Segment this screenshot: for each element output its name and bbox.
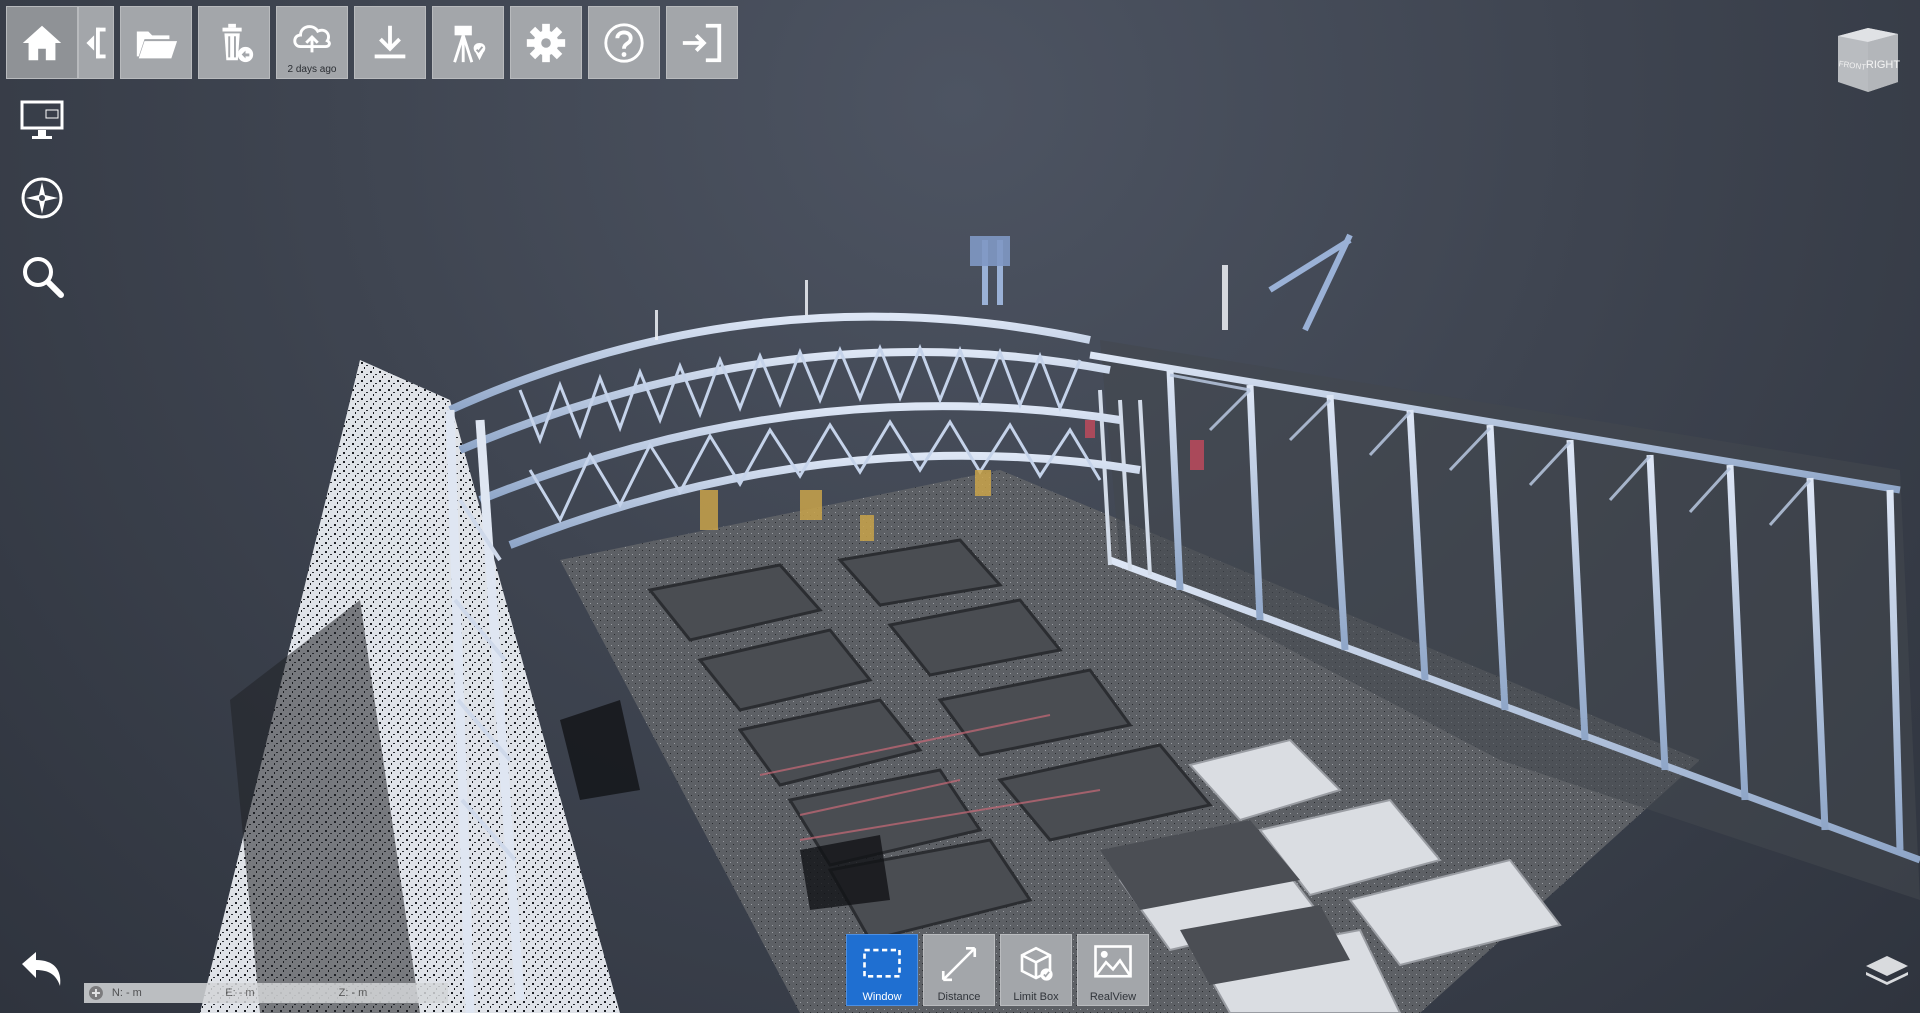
survey-marker-button[interactable]	[432, 6, 504, 79]
delete-restore-button[interactable]	[198, 6, 270, 79]
realview-label: RealView	[1089, 991, 1137, 1003]
download-icon	[374, 25, 406, 58]
window-label: Window	[862, 991, 902, 1003]
sign-in-button[interactable]	[666, 6, 738, 79]
help-button[interactable]	[588, 6, 660, 79]
limit-box-button[interactable]: Limit Box	[1000, 934, 1072, 1006]
point-cloud-viewport[interactable]	[0, 0, 1920, 1013]
coordinate-readout: N: - m E: - m Z: - m	[84, 983, 448, 1003]
realview-button[interactable]: RealView	[1077, 934, 1149, 1006]
easting-value: E: - m	[225, 987, 255, 999]
floor	[560, 470, 1700, 1013]
coordinate-system-icon	[88, 986, 103, 1000]
home-icon	[22, 25, 62, 60]
compass-icon	[21, 177, 63, 219]
help-icon	[604, 22, 644, 63]
collapse-panel-button[interactable]	[78, 6, 114, 79]
distance-label: Distance	[937, 991, 981, 1003]
cloud-upload-icon	[293, 24, 331, 52]
limit-box-label: Limit Box	[1013, 991, 1059, 1003]
main-toolbar: 2 days ago	[6, 6, 738, 79]
search-button[interactable]	[16, 250, 68, 302]
collapse-panel-icon	[86, 27, 106, 58]
trash-restore-icon	[222, 23, 254, 62]
back-button[interactable]	[16, 946, 68, 992]
distance-button[interactable]: Distance	[923, 934, 995, 1006]
open-project-button[interactable]	[120, 6, 192, 79]
window-select-button[interactable]: Window	[846, 934, 918, 1006]
elevation-value: Z: - m	[338, 987, 368, 999]
sign-in-icon	[682, 23, 722, 62]
download-button[interactable]	[354, 6, 426, 79]
settings-button[interactable]	[510, 6, 582, 79]
realview-icon	[1094, 945, 1132, 978]
compass-button[interactable]	[16, 172, 68, 224]
survey-marker-icon	[453, 25, 486, 63]
selection-window-icon	[863, 948, 901, 978]
display-settings-button[interactable]	[16, 94, 68, 146]
layers-button[interactable]	[1862, 948, 1912, 988]
monitor-icon	[20, 100, 64, 139]
folder-open-icon	[136, 31, 178, 58]
gear-icon	[526, 23, 566, 62]
search-icon	[23, 257, 64, 298]
upload-time-caption: 2 days ago	[287, 64, 337, 75]
layers-icon	[1866, 956, 1908, 976]
left-wall	[200, 360, 620, 1013]
northing-value: N: - m	[111, 987, 142, 999]
view-cube[interactable]: RIGHT FRONT	[1828, 22, 1906, 96]
undo-arrow-icon	[22, 952, 61, 986]
cloud-upload-button[interactable]: 2 days ago	[276, 6, 348, 79]
distance-measure-icon	[941, 946, 977, 982]
view-cube-right-face[interactable]: RIGHT	[1866, 59, 1901, 71]
measure-toolbar: Window Distance Limit Box RealView	[846, 934, 1149, 1006]
home-button[interactable]	[6, 6, 78, 79]
limit-box-icon	[1020, 946, 1053, 981]
